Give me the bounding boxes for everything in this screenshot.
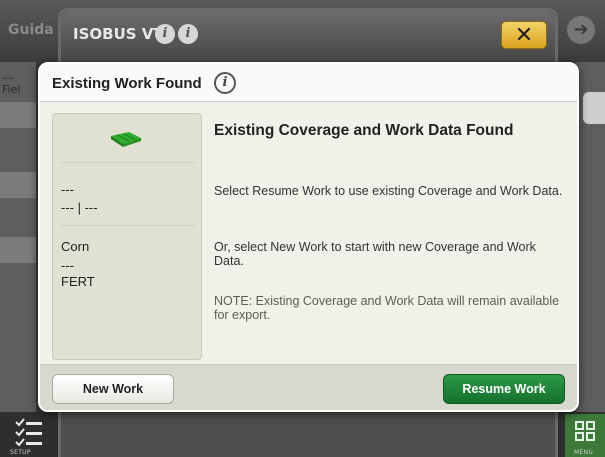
summary-line-1: --- (61, 182, 74, 197)
background-right-box[interactable] (583, 92, 605, 124)
menu-label: MENU (574, 449, 594, 456)
new-work-button[interactable]: New Work (52, 374, 174, 404)
background-left-text: --- Fiel (2, 71, 21, 96)
setup-button[interactable]: SETUP (4, 414, 44, 457)
dialog-header: Existing Work Found i (40, 64, 577, 102)
summary-crop: Corn (61, 239, 90, 254)
resume-work-button[interactable]: Resume Work (443, 374, 565, 404)
work-summary-panel: --- --- | --- Corn --- FERT (52, 113, 202, 360)
dialog-body: --- --- | --- Corn --- FERT Existing Cov… (40, 102, 577, 364)
menu-grid-icon (575, 421, 595, 441)
message-paragraph-2: Or, select New Work to start with new Co… (214, 240, 536, 268)
existing-work-dialog: Existing Work Found i --- --- | --- Corn… (38, 62, 579, 412)
menu-button[interactable]: MENU (565, 414, 605, 457)
info-icon-secondary[interactable]: i (178, 24, 198, 44)
background-left-stripe (0, 237, 36, 263)
info-icon[interactable]: i (155, 24, 175, 44)
background-left-stripe (0, 102, 36, 128)
background-left-stripe (0, 172, 36, 198)
setup-checklist-icon (15, 418, 42, 447)
screen: Guida ➔ --- Fiel SETUP MENU ISOBUS VT i … (0, 0, 605, 457)
dialog-info-icon[interactable]: i (214, 72, 236, 94)
summary-line-2: --- | --- (61, 200, 98, 215)
summary-divider (61, 225, 195, 226)
summary-product: FERT (61, 274, 95, 289)
message-heading: Existing Coverage and Work Data Found (214, 122, 514, 139)
vt-close-button[interactable]: ✕ (501, 21, 547, 49)
setup-label: SETUP (10, 449, 31, 456)
dialog-footer: New Work Resume Work (40, 364, 577, 410)
message-note: NOTE: Existing Coverage and Work Data wi… (214, 294, 560, 322)
summary-line-4: --- (61, 258, 74, 273)
background-left-panel (0, 62, 36, 412)
vt-header: ISOBUS VT i i ✕ (61, 11, 555, 57)
background-tab-guidance[interactable]: Guida (0, 12, 58, 56)
dialog-title: Existing Work Found (52, 75, 202, 92)
implement-icon (111, 132, 141, 147)
background-arrow-icon[interactable]: ➔ (567, 16, 595, 44)
summary-divider (61, 162, 195, 163)
message-paragraph-1: Select Resume Work to use existing Cover… (214, 184, 563, 198)
vt-title: ISOBUS VT (73, 25, 164, 43)
